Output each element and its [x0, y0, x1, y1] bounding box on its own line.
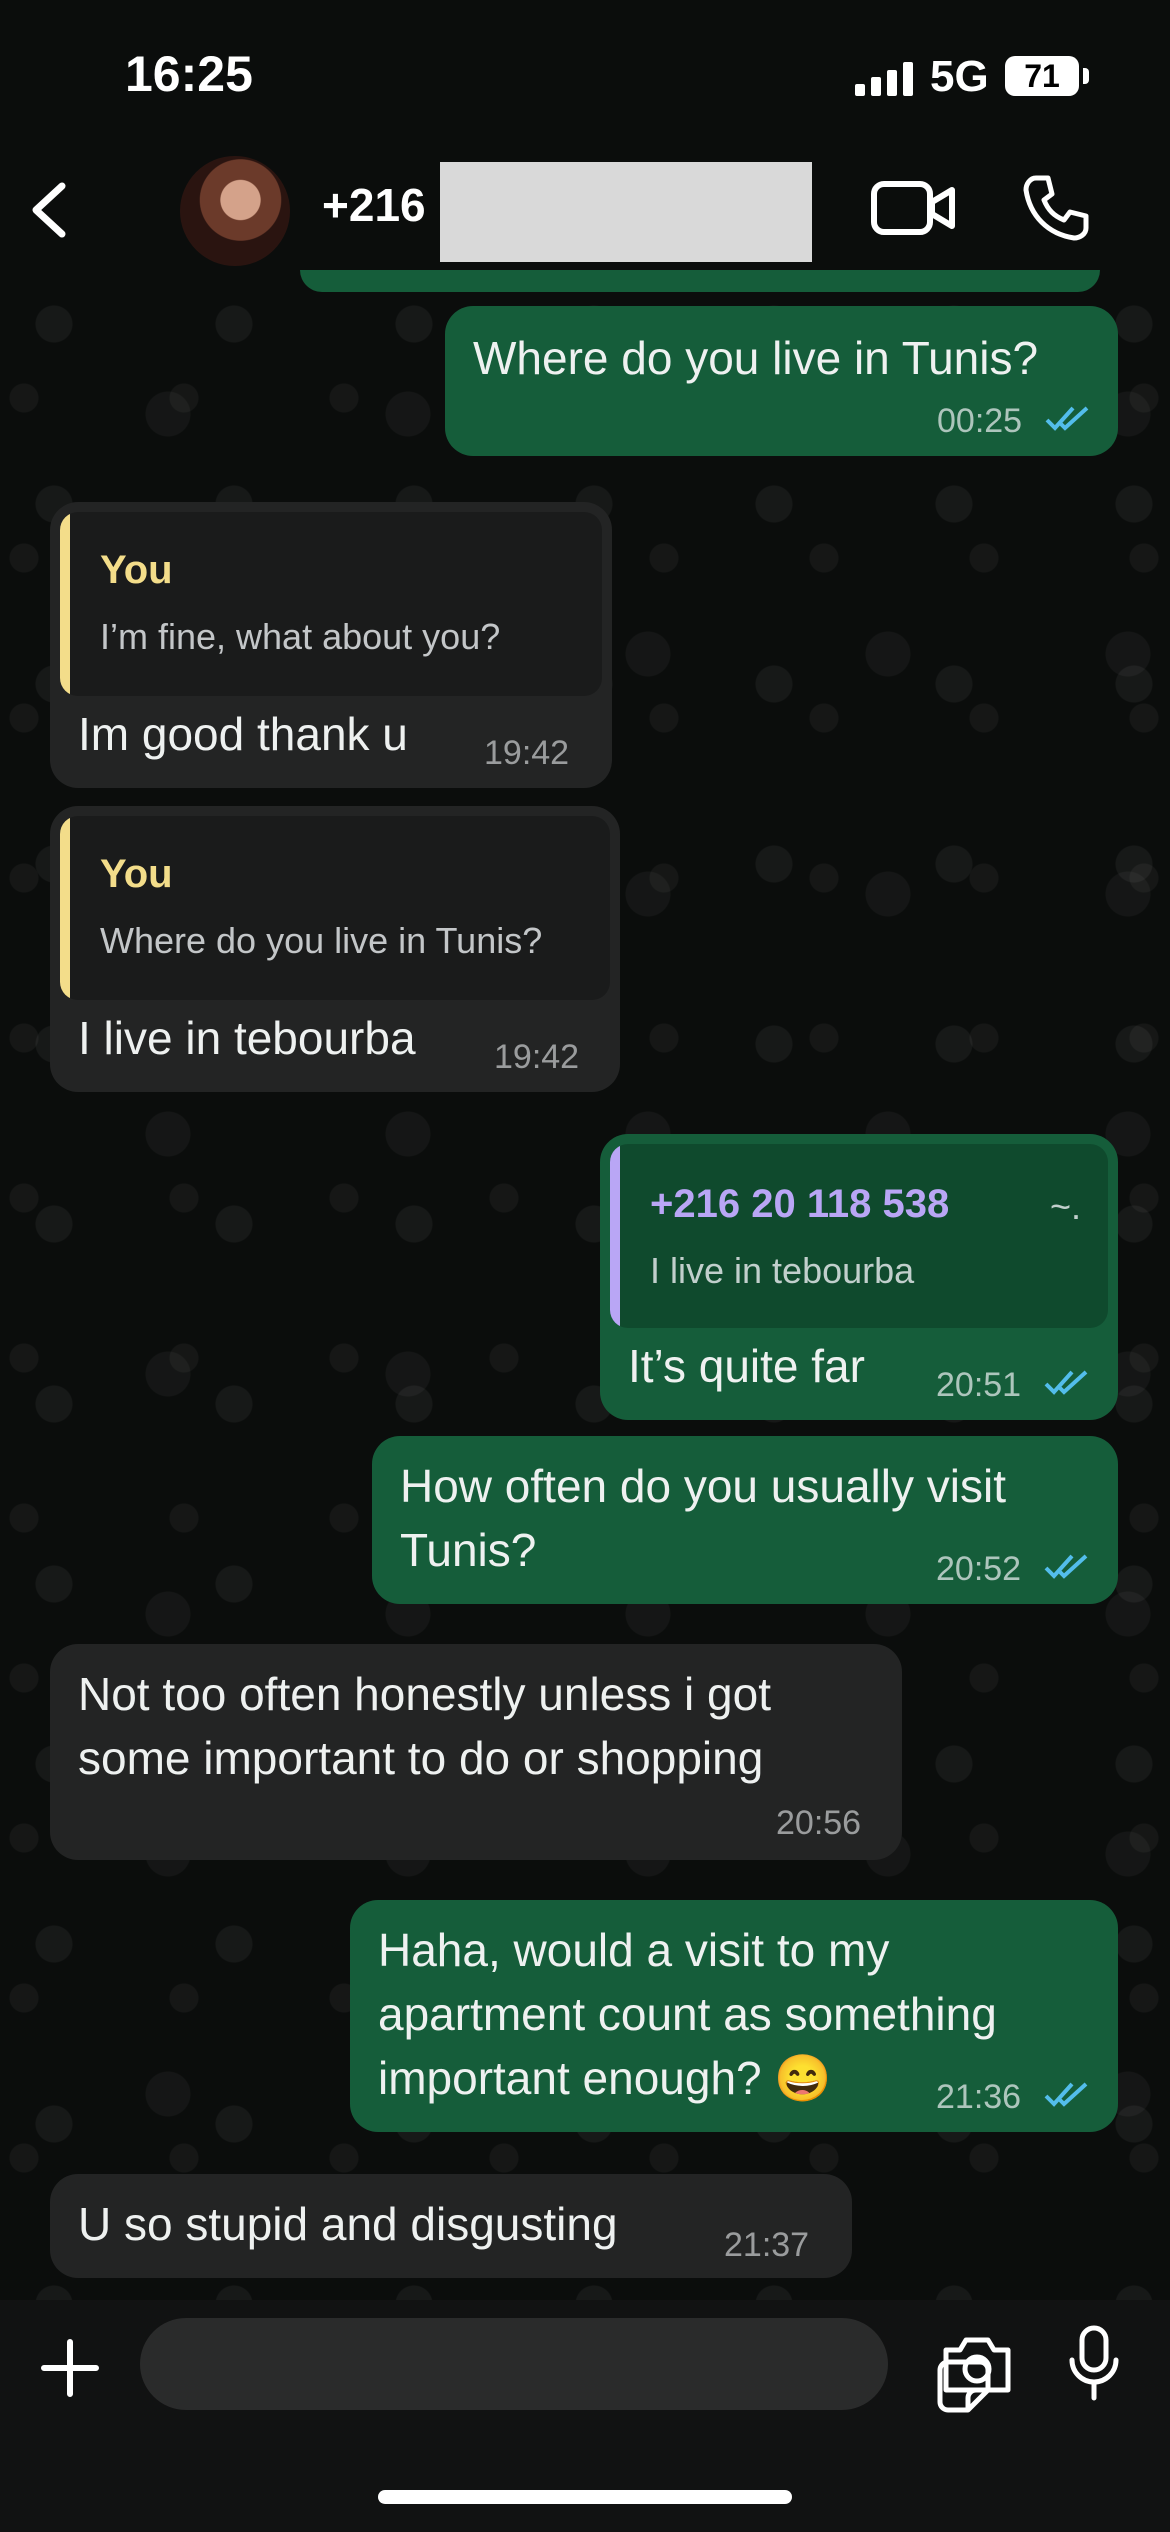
message-text-line: How often do you usually visit — [400, 1460, 1006, 1512]
message-text: I live in tebourba — [78, 1012, 416, 1064]
redacted-name — [440, 162, 812, 262]
read-ticks-icon — [1044, 2082, 1088, 2107]
message-text-line: Not too often honestly unless i got — [78, 1668, 771, 1720]
message-bubble-outgoing[interactable]: Haha, would a visit to my apartment coun… — [350, 1900, 1118, 2132]
phone-icon[interactable] — [1020, 172, 1092, 244]
message-time: 21:37 — [724, 2226, 810, 2264]
message-time: 20:56 — [776, 1804, 862, 1842]
quote-author: You — [100, 852, 173, 896]
message-time: 20:51 — [936, 1366, 1022, 1404]
battery-tip — [1083, 68, 1089, 84]
quote-author: +216 20 118 538 — [650, 1182, 950, 1226]
status-time: 16:25 — [125, 46, 253, 102]
message-text: Im good thank u — [78, 708, 408, 760]
message-bubble-outgoing[interactable]: +216 20 118 538 ~. I live in tebourba It… — [600, 1134, 1118, 1420]
message-text-line: Tunis? — [400, 1524, 537, 1576]
message-text: Where do you live in Tunis? — [473, 332, 1039, 384]
read-ticks-icon — [1044, 1370, 1088, 1395]
message-bubble-incoming[interactable]: U so stupid and disgusting 21:37 — [50, 2174, 852, 2278]
quote-bar — [60, 512, 70, 696]
read-ticks-icon — [1044, 1554, 1088, 1579]
quote-bar — [610, 1144, 620, 1328]
battery-indicator: 71 — [1005, 56, 1079, 96]
quote-text: I’m fine, what about you? — [100, 616, 501, 657]
message-text: It’s quite far — [628, 1340, 865, 1392]
message-input[interactable] — [140, 2318, 991, 2413]
message-bubble-outgoing[interactable]: Where do you live in Tunis? 00:25 — [445, 306, 1118, 456]
quote-author: You — [100, 548, 173, 592]
quoted-message[interactable]: You Where do you live in Tunis? — [60, 816, 610, 1000]
chat-header: +216 — [0, 150, 1170, 270]
status-bar: 16:25 5G 71 — [0, 0, 1170, 150]
message-bubble-incoming[interactable]: You Where do you live in Tunis? I live i… — [50, 806, 620, 1092]
quote-text: I live in tebourba — [650, 1250, 915, 1291]
network-type: 5G — [930, 52, 989, 101]
microphone-icon[interactable] — [1068, 2324, 1120, 2404]
quoted-message[interactable]: You I’m fine, what about you? — [60, 512, 602, 696]
video-camera-icon[interactable] — [870, 176, 956, 240]
message-time: 19:42 — [494, 1038, 580, 1076]
message-text-line: some important to do or shopping — [78, 1732, 764, 1784]
message-text-line: important enough? 😄 — [378, 2052, 832, 2104]
message-time: 20:52 — [936, 1550, 1022, 1588]
message-text-line: Haha, would a visit to my — [378, 1924, 890, 1976]
quote-text: Where do you live in Tunis? — [100, 920, 543, 961]
read-ticks-icon — [1045, 406, 1089, 431]
camera-icon[interactable] — [940, 2334, 1014, 2396]
message-time: 19:42 — [484, 734, 570, 772]
contact-name[interactable]: +216 — [322, 178, 426, 232]
home-indicator — [378, 2490, 792, 2504]
message-time: 00:25 — [937, 402, 1023, 440]
message-bubble-incoming[interactable]: You I’m fine, what about you? Im good th… — [50, 502, 612, 788]
message-bubble-outgoing[interactable]: How often do you usually visit Tunis? 20… — [372, 1436, 1118, 1604]
message-text: U so stupid and disgusting — [78, 2198, 618, 2250]
message-bubble-incoming[interactable]: Not too often honestly unless i got some… — [50, 1644, 902, 1860]
signal-icon — [855, 62, 913, 96]
previous-message-edge — [300, 270, 1100, 292]
plus-icon[interactable] — [40, 2338, 100, 2398]
quote-suffix: ~. — [1050, 1186, 1082, 1227]
chevron-left-icon[interactable] — [22, 178, 82, 242]
quote-bar — [60, 816, 70, 1000]
avatar[interactable] — [180, 156, 290, 266]
message-text-line: apartment count as something — [378, 1988, 997, 2040]
message-time: 21:36 — [936, 2078, 1022, 2116]
quoted-message[interactable]: +216 20 118 538 ~. I live in tebourba — [610, 1144, 1108, 1328]
